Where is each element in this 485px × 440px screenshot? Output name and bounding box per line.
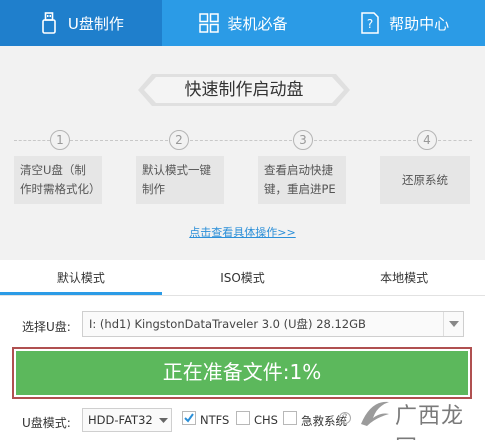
progress-bar: 正在准备文件:1% xyxy=(16,351,468,395)
step-3-box: 查看启动快捷键，重启进PE xyxy=(258,156,346,204)
nav-label: U盘制作 xyxy=(67,14,124,33)
step-connector xyxy=(438,140,472,141)
step-1-box: 清空U盘（制作时需格式化） xyxy=(14,156,102,204)
banner: 快速制作启动盘 xyxy=(138,72,350,108)
step-number: 4 xyxy=(417,130,437,150)
grid-icon xyxy=(198,12,220,34)
banner-title: 快速制作启动盘 xyxy=(184,80,304,100)
watermark-text: 广西龙网 xyxy=(395,404,465,440)
nav-tab-help[interactable]: ? 帮助中心 xyxy=(323,0,485,46)
nav-tab-essentials[interactable]: 装机必备 xyxy=(162,0,324,46)
svg-text:?: ? xyxy=(367,17,373,31)
usb-mode-select[interactable]: HDD-FAT32 xyxy=(82,408,172,432)
step-2-box: 默认模式一键制作 xyxy=(136,156,224,204)
usb-drive-icon xyxy=(38,12,60,34)
chs-checkbox[interactable] xyxy=(236,411,250,425)
step-connector xyxy=(14,140,50,141)
quick-guide-panel: 快速制作启动盘 1 2 3 4 清空U盘（制作时需格式化） 默认模式一键制作 查… xyxy=(0,46,485,260)
site-watermark: 广西龙网 xyxy=(355,396,477,440)
usb-device-value: I: (hd1) KingstonDataTraveler 3.0 (U盘) 2… xyxy=(89,317,366,331)
chevron-down-icon[interactable] xyxy=(443,312,463,336)
ntfs-checkbox[interactable] xyxy=(182,411,196,425)
chs-label: CHS xyxy=(254,413,278,427)
step-number: 2 xyxy=(169,130,189,150)
help-circle-icon[interactable]: ? xyxy=(339,412,351,424)
top-nav: U盘制作 装机必备 ? 帮助中心 xyxy=(0,0,485,46)
usb-device-select[interactable]: I: (hd1) KingstonDataTraveler 3.0 (U盘) 2… xyxy=(82,311,464,337)
device-label: 选择U盘: xyxy=(22,320,71,334)
check-icon xyxy=(184,413,194,423)
nav-label: 装机必备 xyxy=(227,14,288,33)
step-connector xyxy=(70,140,168,141)
ntfs-label: NTFS xyxy=(200,413,230,427)
step-4-box: 还原系统 xyxy=(380,156,470,204)
tab-local-mode[interactable]: 本地模式 xyxy=(323,262,485,295)
step-connector xyxy=(314,140,416,141)
mode-tabs: 默认模式 ISO模式 本地模式 xyxy=(0,262,485,296)
help-question-icon: ? xyxy=(359,12,381,34)
chevron-down-icon[interactable] xyxy=(155,409,171,431)
usb-mode-value: HDD-FAT32 xyxy=(88,413,153,427)
step-connector xyxy=(190,140,292,141)
tab-iso-mode[interactable]: ISO模式 xyxy=(162,262,324,295)
nav-tab-usb-make[interactable]: U盘制作 xyxy=(0,0,162,46)
progress-text: 正在准备文件:1% xyxy=(162,360,322,384)
tab-default-mode[interactable]: 默认模式 xyxy=(0,262,162,295)
progress-highlight-frame: 正在准备文件:1% xyxy=(12,347,472,399)
step-number: 1 xyxy=(50,130,70,150)
usb-mode-label: U盘模式: xyxy=(22,416,71,430)
nav-label: 帮助中心 xyxy=(389,14,450,33)
step-number: 3 xyxy=(293,130,313,150)
rescue-system-checkbox[interactable] xyxy=(283,411,297,425)
view-detail-link[interactable]: 点击查看具体操作>> xyxy=(0,224,485,240)
watermark-logo-icon xyxy=(361,401,389,426)
